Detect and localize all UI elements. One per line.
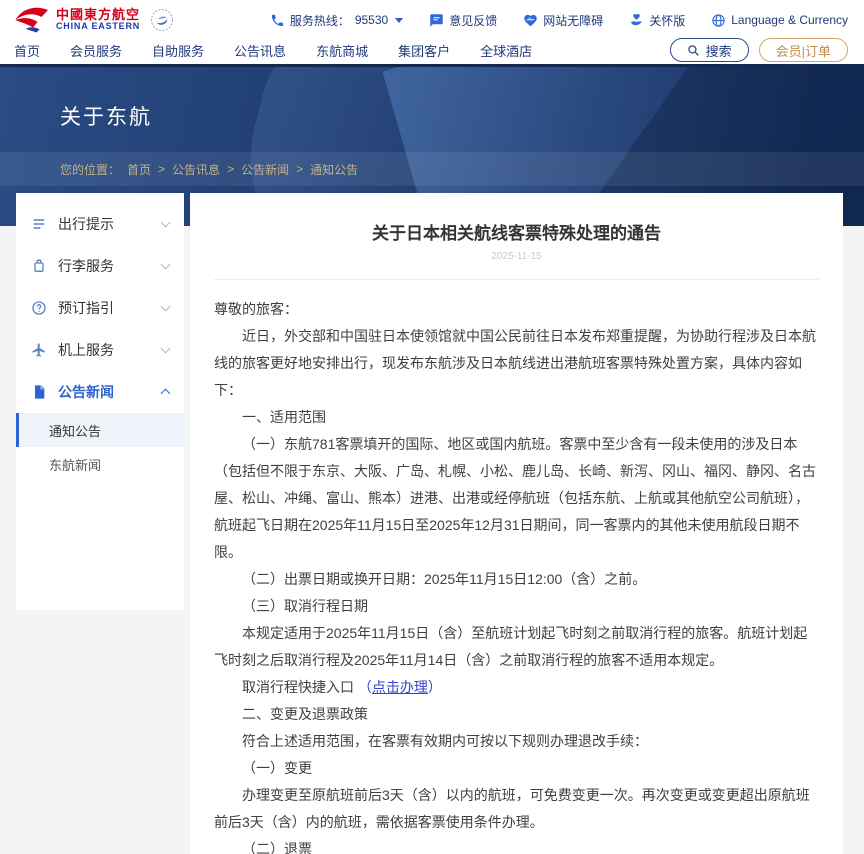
care-hand-icon [629, 13, 644, 28]
sidebar-item-label: 行李服务 [58, 256, 114, 276]
article-paragraph: （一）东航781客票填开的国际、地区或国内航班。客票中至少含有一段未使用的涉及日… [214, 431, 819, 566]
article-paragraph: 二、变更及退票政策 [214, 701, 819, 728]
nav-item-2[interactable]: 自助服务 [152, 41, 204, 60]
main-navbar: 首页 会员服务 自助服务 公告讯息 东航商城 集团客户 全球酒店 搜索 会员|订单 [0, 40, 864, 67]
travel-tips-icon [31, 216, 47, 232]
breadcrumb: 您的位置： 首页 > 公告讯息 > 公告新闻 > 通知公告 [0, 152, 864, 186]
sidebar-item-0[interactable]: 出行提示 [16, 203, 184, 245]
chevron-down-icon [161, 344, 171, 354]
eagle-logo-icon [14, 7, 50, 33]
topbar-item-2[interactable]: 关怀版 [629, 12, 685, 29]
breadcrumb-label: 您的位置： [60, 161, 120, 178]
brand-name-en: CHINA EASTERN [56, 22, 140, 32]
chevron-down-icon [161, 218, 171, 228]
nav-item-3[interactable]: 公告讯息 [234, 41, 286, 60]
breadcrumb-item-3: 通知公告 [310, 161, 358, 178]
member-orders-button[interactable]: 会员|订单 [759, 38, 848, 62]
page-title: 关于东航 [60, 101, 152, 131]
article-paragraph: 取消行程快捷入口 （点击办理） [214, 674, 819, 701]
sidebar-subitem-0[interactable]: 通知公告 [16, 413, 184, 447]
click-to-process-link[interactable]: （点击办理） [358, 679, 442, 695]
search-button[interactable]: 搜索 [670, 38, 749, 62]
sidebar-item-4[interactable]: 公告新闻 [16, 371, 184, 413]
article-paragraph: 办理变更至原航班前后3天（含）以内的航班，可免费变更一次。再次变更或变更超出原航… [214, 782, 819, 836]
sidebar-item-2[interactable]: 预订指引 [16, 287, 184, 329]
breadcrumb-item-0[interactable]: 首页 [127, 161, 151, 178]
article-paragraph: （三）取消行程日期 [214, 593, 819, 620]
nav-item-0[interactable]: 首页 [14, 41, 40, 60]
topbar-item-1[interactable]: 网站无障碍 [523, 12, 603, 29]
baggage-icon [31, 258, 47, 274]
chevron-down-icon [161, 260, 171, 270]
breadcrumb-item-1[interactable]: 公告讯息 [172, 161, 220, 178]
skyteam-logo [150, 8, 174, 32]
article-body: 尊敬的旅客：近日，外交部和中国驻日本使领馆就中国公民前往日本发布郑重提醒，为协助… [214, 296, 819, 854]
hotline[interactable]: 服务热线： 95530 [270, 12, 403, 29]
breadcrumb-separator: > [158, 162, 165, 176]
sidebar-item-1[interactable]: 行李服务 [16, 245, 184, 287]
sidebar-subitem-1[interactable]: 东航新闻 [16, 447, 184, 481]
article-card: 关于日本相关航线客票特殊处理的通告 2025-11-15 尊敬的旅客：近日，外交… [190, 193, 843, 854]
news-icon [31, 384, 47, 400]
member-orders-label: 会员|订单 [776, 41, 831, 60]
topbar-item-label: Language & Currency [731, 13, 848, 27]
article-paragraph: 尊敬的旅客： [214, 296, 819, 323]
sidebar-item-label: 预订指引 [58, 298, 114, 318]
brand-logo[interactable]: 中國東方航空 CHINA EASTERN [14, 7, 174, 33]
article-paragraph: 一、适用范围 [214, 404, 819, 431]
topbar-item-0[interactable]: 意见反馈 [429, 12, 497, 29]
hotline-number: 95530 [355, 13, 388, 27]
main-area: 出行提示行李服务预订指引机上服务公告新闻通知公告东航新闻 关于日本相关航线客票特… [0, 193, 864, 854]
hotline-label: 服务热线： [290, 12, 350, 29]
inflight-service-icon [31, 342, 47, 358]
booking-guide-icon [31, 300, 47, 316]
article-paragraph: （二）出票日期或换开日期：2025年11月15日12:00（含）之前。 [214, 566, 819, 593]
sidebar-item-label: 公告新闻 [58, 382, 114, 402]
feedback-icon [429, 13, 444, 28]
topbar-item-label: 网站无障碍 [543, 12, 603, 29]
topbar-item-label: 关怀版 [649, 12, 685, 29]
nav-item-5[interactable]: 集团客户 [398, 41, 450, 60]
nav-item-4[interactable]: 东航商城 [316, 41, 368, 60]
nav-item-1[interactable]: 会员服务 [70, 41, 122, 60]
article-paragraph: 本规定适用于2025年11月15日（含）至航班计划起飞时刻之前取消行程的旅客。航… [214, 620, 819, 674]
article-date: 2025-11-15 [214, 251, 819, 262]
article-paragraph: 近日，外交部和中国驻日本使领馆就中国公民前往日本发布郑重提醒，为协助行程涉及日本… [214, 323, 819, 404]
topbar-utilities: 服务热线： 95530 意见反馈 网站无障碍 关怀版 Language & Curre… [270, 12, 848, 29]
breadcrumb-separator: > [296, 162, 303, 176]
language-currency-icon [711, 13, 726, 28]
article-title: 关于日本相关航线客票特殊处理的通告 [214, 219, 819, 244]
article-paragraph: 符合上述适用范围，在客票有效期内可按以下规则办理退改手续： [214, 728, 819, 755]
sidebar: 出行提示行李服务预订指引机上服务公告新闻通知公告东航新闻 [16, 193, 184, 610]
search-icon [687, 44, 700, 57]
top-utility-bar: 中國東方航空 CHINA EASTERN 服务热线： 95530 意见反馈 网站无… [0, 0, 864, 40]
article-paragraph: （一）变更 [214, 755, 819, 782]
sidebar-item-3[interactable]: 机上服务 [16, 329, 184, 371]
accessibility-heart-icon [523, 13, 538, 28]
chevron-down-icon [395, 18, 403, 23]
chevron-down-icon [161, 302, 171, 312]
search-label: 搜索 [706, 41, 732, 60]
topbar-item-label: 意见反馈 [449, 12, 497, 29]
article-paragraph: （二）退票 [214, 836, 819, 854]
phone-icon [270, 13, 285, 28]
chevron-up-icon [161, 389, 171, 399]
brand-name-cn: 中國東方航空 [56, 8, 140, 22]
sidebar-subitem-label: 通知公告 [49, 421, 101, 440]
divider [214, 279, 819, 280]
nav-item-6[interactable]: 全球酒店 [480, 41, 532, 60]
sidebar-subitem-label: 东航新闻 [49, 455, 101, 474]
breadcrumb-item-2[interactable]: 公告新闻 [241, 161, 289, 178]
breadcrumb-separator: > [227, 162, 234, 176]
topbar-item-3[interactable]: Language & Currency [711, 13, 848, 28]
sidebar-item-label: 机上服务 [58, 340, 114, 360]
sidebar-item-label: 出行提示 [58, 214, 114, 234]
